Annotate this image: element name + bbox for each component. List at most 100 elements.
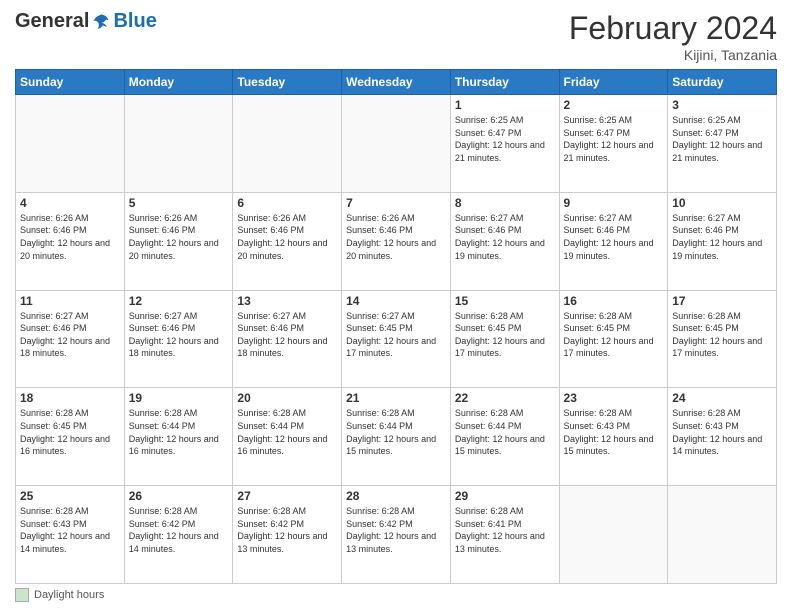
cell-info: Sunrise: 6:28 AM Sunset: 6:44 PM Dayligh… — [129, 407, 229, 457]
page: General Blue February 2024 Kijini, Tanza… — [0, 0, 792, 612]
calendar-header-thursday: Thursday — [450, 70, 559, 95]
cell-info: Sunrise: 6:28 AM Sunset: 6:42 PM Dayligh… — [346, 505, 446, 555]
calendar-cell: 28 Sunrise: 6:28 AM Sunset: 6:42 PM Dayli… — [342, 486, 451, 584]
cell-info: Sunrise: 6:26 AM Sunset: 6:46 PM Dayligh… — [237, 212, 337, 262]
day-number: 5 — [129, 196, 229, 210]
calendar-cell — [342, 95, 451, 193]
day-number: 4 — [20, 196, 120, 210]
cell-info: Sunrise: 6:27 AM Sunset: 6:46 PM Dayligh… — [237, 310, 337, 360]
calendar-cell: 6 Sunrise: 6:26 AM Sunset: 6:46 PM Daylig… — [233, 192, 342, 290]
day-number: 7 — [346, 196, 446, 210]
calendar-cell: 17Sunrise: 6:28 AM Sunset: 6:45 PM Dayli… — [668, 290, 777, 388]
logo-general: General — [15, 10, 89, 33]
calendar-cell: 9 Sunrise: 6:27 AM Sunset: 6:46 PM Daylig… — [559, 192, 668, 290]
day-number: 29 — [455, 489, 555, 503]
daylight-legend-box — [15, 588, 29, 602]
calendar-header-tuesday: Tuesday — [233, 70, 342, 95]
cell-info: Sunrise: 6:27 AM Sunset: 6:46 PM Dayligh… — [20, 310, 120, 360]
cell-info: Sunrise: 6:27 AM Sunset: 6:46 PM Dayligh… — [672, 212, 772, 262]
calendar-cell — [124, 95, 233, 193]
calendar-cell — [668, 486, 777, 584]
calendar-table: SundayMondayTuesdayWednesdayThursdayFrid… — [15, 69, 777, 584]
subtitle: Kijini, Tanzania — [569, 47, 777, 63]
day-number: 16 — [564, 294, 664, 308]
calendar-cell — [559, 486, 668, 584]
calendar-cell: 29 Sunrise: 6:28 AM Sunset: 6:41 PM Dayli… — [450, 486, 559, 584]
day-number: 14 — [346, 294, 446, 308]
day-number: 11 — [20, 294, 120, 308]
day-number: 18 — [20, 391, 120, 405]
cell-info: Sunrise: 6:28 AM Sunset: 6:41 PM Dayligh… — [455, 505, 555, 555]
day-number: 3 — [672, 98, 772, 112]
logo: General Blue — [15, 10, 157, 33]
calendar-week-3: 18 Sunrise: 6:28 AM Sunset: 6:45 PM Dayli… — [16, 388, 777, 486]
header: General Blue February 2024 Kijini, Tanza… — [15, 10, 777, 63]
calendar-cell: 12Sunrise: 6:27 AM Sunset: 6:46 PM Dayli… — [124, 290, 233, 388]
calendar-cell: 22Sunrise: 6:28 AM Sunset: 6:44 PM Dayli… — [450, 388, 559, 486]
calendar-cell: 16 Sunrise: 6:28 AM Sunset: 6:45 PM Dayli… — [559, 290, 668, 388]
day-number: 13 — [237, 294, 337, 308]
cell-info: Sunrise: 6:28 AM Sunset: 6:42 PM Dayligh… — [129, 505, 229, 555]
day-number: 8 — [455, 196, 555, 210]
day-number: 24 — [672, 391, 772, 405]
calendar-week-4: 25Sunrise: 6:28 AM Sunset: 6:43 PM Dayli… — [16, 486, 777, 584]
calendar-header-monday: Monday — [124, 70, 233, 95]
calendar-cell: 3 Sunrise: 6:25 AM Sunset: 6:47 PM Daylig… — [668, 95, 777, 193]
calendar-header-friday: Friday — [559, 70, 668, 95]
day-number: 28 — [346, 489, 446, 503]
day-number: 15 — [455, 294, 555, 308]
cell-info: Sunrise: 6:26 AM Sunset: 6:46 PM Dayligh… — [346, 212, 446, 262]
cell-info: Sunrise: 6:25 AM Sunset: 6:47 PM Dayligh… — [455, 114, 555, 164]
day-number: 10 — [672, 196, 772, 210]
cell-info: Sunrise: 6:27 AM Sunset: 6:46 PM Dayligh… — [564, 212, 664, 262]
calendar-cell: 18 Sunrise: 6:28 AM Sunset: 6:45 PM Dayli… — [16, 388, 125, 486]
day-number: 20 — [237, 391, 337, 405]
cell-info: Sunrise: 6:28 AM Sunset: 6:45 PM Dayligh… — [564, 310, 664, 360]
cell-info: Sunrise: 6:28 AM Sunset: 6:45 PM Dayligh… — [672, 310, 772, 360]
cell-info: Sunrise: 6:28 AM Sunset: 6:44 PM Dayligh… — [455, 407, 555, 457]
calendar-cell: 15 Sunrise: 6:28 AM Sunset: 6:45 PM Dayli… — [450, 290, 559, 388]
calendar-week-2: 11 Sunrise: 6:27 AM Sunset: 6:46 PM Dayli… — [16, 290, 777, 388]
calendar-cell: 11 Sunrise: 6:27 AM Sunset: 6:46 PM Dayli… — [16, 290, 125, 388]
day-number: 27 — [237, 489, 337, 503]
calendar-cell: 24 Sunrise: 6:28 AM Sunset: 6:43 PM Dayli… — [668, 388, 777, 486]
calendar-cell: 7 Sunrise: 6:26 AM Sunset: 6:46 PM Daylig… — [342, 192, 451, 290]
cell-info: Sunrise: 6:27 AM Sunset: 6:46 PM Dayligh… — [129, 310, 229, 360]
day-number: 26 — [129, 489, 229, 503]
logo-bird-icon — [91, 12, 111, 32]
cell-info: Sunrise: 6:27 AM Sunset: 6:46 PM Dayligh… — [455, 212, 555, 262]
calendar-cell: 26 Sunrise: 6:28 AM Sunset: 6:42 PM Dayli… — [124, 486, 233, 584]
day-number: 23 — [564, 391, 664, 405]
logo-blue: Blue — [113, 10, 156, 33]
day-number: 9 — [564, 196, 664, 210]
cell-info: Sunrise: 6:26 AM Sunset: 6:46 PM Dayligh… — [20, 212, 120, 262]
cell-info: Sunrise: 6:28 AM Sunset: 6:45 PM Dayligh… — [455, 310, 555, 360]
cell-info: Sunrise: 6:27 AM Sunset: 6:45 PM Dayligh… — [346, 310, 446, 360]
calendar-cell: 8 Sunrise: 6:27 AM Sunset: 6:46 PM Daylig… — [450, 192, 559, 290]
daylight-label: Daylight hours — [34, 589, 104, 601]
cell-info: Sunrise: 6:25 AM Sunset: 6:47 PM Dayligh… — [564, 114, 664, 164]
main-title: February 2024 — [569, 10, 777, 47]
calendar-cell: 2Sunrise: 6:25 AM Sunset: 6:47 PM Daylig… — [559, 95, 668, 193]
calendar-week-0: 1Sunrise: 6:25 AM Sunset: 6:47 PM Daylig… — [16, 95, 777, 193]
day-number: 6 — [237, 196, 337, 210]
calendar-header-sunday: Sunday — [16, 70, 125, 95]
cell-info: Sunrise: 6:28 AM Sunset: 6:45 PM Dayligh… — [20, 407, 120, 457]
calendar-cell: 23 Sunrise: 6:28 AM Sunset: 6:43 PM Dayli… — [559, 388, 668, 486]
calendar-cell: 25Sunrise: 6:28 AM Sunset: 6:43 PM Dayli… — [16, 486, 125, 584]
calendar-cell — [233, 95, 342, 193]
calendar-cell: 14 Sunrise: 6:27 AM Sunset: 6:45 PM Dayli… — [342, 290, 451, 388]
cell-info: Sunrise: 6:25 AM Sunset: 6:47 PM Dayligh… — [672, 114, 772, 164]
cell-info: Sunrise: 6:28 AM Sunset: 6:43 PM Dayligh… — [672, 407, 772, 457]
calendar-cell — [16, 95, 125, 193]
calendar-header-saturday: Saturday — [668, 70, 777, 95]
calendar-header-row: SundayMondayTuesdayWednesdayThursdayFrid… — [16, 70, 777, 95]
calendar-header-wednesday: Wednesday — [342, 70, 451, 95]
logo-text: General Blue — [15, 10, 157, 33]
cell-info: Sunrise: 6:28 AM Sunset: 6:44 PM Dayligh… — [346, 407, 446, 457]
cell-info: Sunrise: 6:26 AM Sunset: 6:46 PM Dayligh… — [129, 212, 229, 262]
cell-info: Sunrise: 6:28 AM Sunset: 6:44 PM Dayligh… — [237, 407, 337, 457]
calendar-cell: 10 Sunrise: 6:27 AM Sunset: 6:46 PM Dayli… — [668, 192, 777, 290]
cell-info: Sunrise: 6:28 AM Sunset: 6:43 PM Dayligh… — [564, 407, 664, 457]
calendar-cell: 19Sunrise: 6:28 AM Sunset: 6:44 PM Dayli… — [124, 388, 233, 486]
